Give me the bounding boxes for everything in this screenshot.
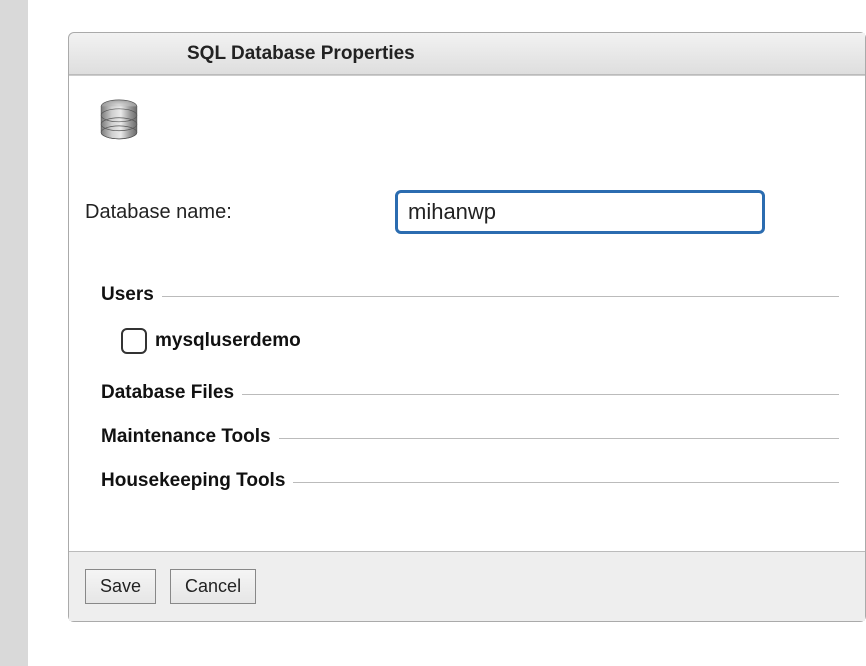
section-divider [162,296,839,297]
users-section: Users mysqluserdemo [101,284,839,354]
user-name-label: mysqluserdemo [155,330,301,352]
sql-database-properties-dialog: SQL Database Properties [68,32,866,622]
cancel-button[interactable]: Cancel [170,569,256,604]
housekeeping-tools-section: Housekeeping Tools [101,470,839,492]
dialog-title: SQL Database Properties [187,43,415,65]
section-divider [279,438,839,439]
section-divider [293,482,839,483]
user-checkbox[interactable] [121,328,147,354]
page-background: SQL Database Properties [28,0,866,666]
database-files-section-title: Database Files [101,382,234,404]
maintenance-tools-section-title: Maintenance Tools [101,426,271,448]
dialog-content: Database name: Users mysqluserdemo [69,75,865,551]
database-name-label: Database name: [85,201,395,224]
database-name-row: Database name: [85,190,855,234]
dialog-title-bar: SQL Database Properties [69,33,865,75]
section-divider [242,394,839,395]
dialog-footer: Save Cancel [69,551,865,621]
database-files-section: Database Files [101,382,839,404]
database-name-input[interactable] [395,190,765,234]
maintenance-tools-section: Maintenance Tools [101,426,839,448]
users-section-title: Users [101,284,154,306]
database-icon [93,95,145,152]
save-button[interactable]: Save [85,569,156,604]
left-background-strip [0,0,28,666]
user-list-item: mysqluserdemo [121,328,839,354]
housekeeping-tools-section-title: Housekeeping Tools [101,470,285,492]
